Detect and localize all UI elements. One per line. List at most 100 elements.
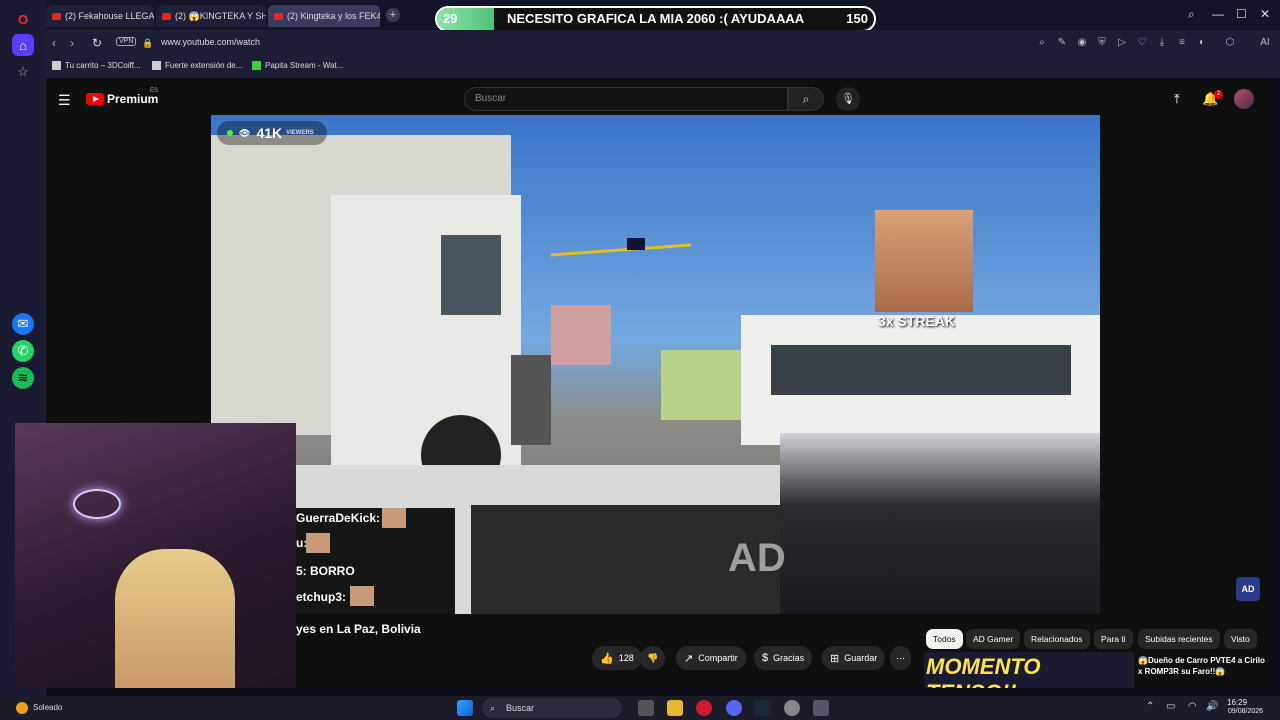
opera-logo-icon[interactable]: O <box>12 8 34 30</box>
task-view-icon[interactable] <box>638 700 654 716</box>
chevron-up-icon[interactable]: ⌃ <box>1146 701 1154 712</box>
viewer-label: VIEWERS <box>286 130 314 136</box>
taskbar: Soleado ⌕ Buscar ⌃ ▭ ◠ 🔊 16:29 09/08/2026 <box>0 696 1280 720</box>
search-tabs-icon[interactable]: ⌕ <box>1188 7 1195 22</box>
save-button[interactable]: ⊞ Guardar <box>822 646 886 670</box>
windows-start-icon[interactable] <box>457 700 473 716</box>
bookmark-item[interactable]: Tu carrito – 3DCoiff... <box>52 61 141 70</box>
opera-taskbar-icon[interactable] <box>696 700 712 716</box>
tray-app-icon[interactable]: ▭ <box>1166 701 1175 712</box>
notification-count-badge: 2 <box>1214 90 1223 99</box>
youtube-icon <box>274 12 283 20</box>
share-button[interactable]: ↗ Compartir <box>676 646 746 670</box>
streamer-image <box>115 549 235 688</box>
reload-icon[interactable]: ↻ <box>92 36 102 50</box>
download-icon[interactable]: ⤓ <box>1156 37 1168 49</box>
edit-icon[interactable]: ✎ <box>1056 37 1068 49</box>
profile-icon[interactable]: ◐ <box>1196 37 1208 49</box>
camera-icon[interactable]: ◉ <box>1076 37 1088 49</box>
close-window-button[interactable]: ✕ <box>1260 7 1270 21</box>
clock-date[interactable]: 09/08/2026 <box>1228 708 1263 715</box>
discord-icon[interactable] <box>726 700 742 716</box>
lock-icon: 🔒 <box>142 38 154 48</box>
dislike-button[interactable]: 👎 <box>640 646 666 670</box>
maximize-button[interactable]: ☐ <box>1236 7 1247 21</box>
home-icon[interactable]: ⌂ <box>12 34 34 56</box>
play-icon[interactable]: ▷ <box>1116 37 1128 49</box>
extensions-icon[interactable]: ⬡ <box>1224 37 1236 49</box>
back-icon[interactable]: ‹ <box>52 36 56 50</box>
goal-current: 29 <box>443 11 458 26</box>
youtube-icon <box>52 12 61 20</box>
tab-2[interactable]: (2) 😱KINGTEKA Y SHAKA <box>156 5 266 27</box>
url-field[interactable]: www.youtube.com/watch <box>161 37 260 47</box>
tab-1[interactable]: (2) Fekahouse LLEGA a Bo <box>46 5 154 27</box>
goal-bar-overlay: 29 NECESITO GRAFICA LA MIA 2060 :( AYUDA… <box>435 6 876 32</box>
thumbs-up-icon: 👍 <box>600 652 614 665</box>
messenger-icon[interactable]: ✉ <box>12 313 34 335</box>
thumbs-down-icon: 👎 <box>647 652 659 663</box>
voice-search-button[interactable]: 🎙 <box>836 87 860 111</box>
youtube-play-icon <box>86 93 104 105</box>
search-button[interactable]: ⌕ <box>788 87 824 111</box>
clock-time[interactable]: 16:29 <box>1227 698 1247 707</box>
save-icon: ⊞ <box>830 652 840 665</box>
whatsapp-icon[interactable]: ✆ <box>12 340 34 362</box>
avatar[interactable] <box>1234 89 1254 109</box>
bookmark-label: Tu carrito – 3DCoiff... <box>65 61 141 70</box>
obs-icon[interactable] <box>784 700 800 716</box>
bookmark-favicon-icon <box>52 61 61 70</box>
chip-visto[interactable]: Visto <box>1224 629 1257 649</box>
taskbar-search[interactable]: ⌕ Buscar <box>482 698 622 718</box>
viewer-count-overlay: 👁 41K VIEWERS <box>217 121 327 145</box>
shield-icon[interactable]: ⛨ <box>1096 37 1108 49</box>
chip-relacionados[interactable]: Relacionados <box>1024 629 1090 649</box>
weather-label[interactable]: Soleado <box>33 703 62 712</box>
menu-icon[interactable]: ≡ <box>1176 37 1188 49</box>
ai-icon[interactable]: AI <box>1254 37 1276 49</box>
stream-chat-overlay: GuerraDeKick: u: 5: BORRO etchup3: <box>296 508 455 614</box>
hamburger-menu-icon[interactable]: ☰ <box>58 92 71 109</box>
upload-icon[interactable]: ⤒ <box>1174 91 1180 107</box>
more-actions-button[interactable]: ⋯ <box>890 646 911 670</box>
bookmark-item[interactable]: Fuerte extensión de... <box>152 61 242 70</box>
viewer-count: 41K <box>256 125 283 141</box>
youtube-logo[interactable]: Premium <box>86 92 158 106</box>
streak-label: 3x STREAK <box>878 313 956 329</box>
share-label: Compartir <box>698 653 738 663</box>
volume-icon[interactable]: 🔊 <box>1206 701 1218 712</box>
recommended-thumbnail[interactable]: MOMENTO TENSO!! <box>924 652 1134 688</box>
bookmarks-icon[interactable]: ☆ <box>12 61 34 83</box>
live-dot-icon <box>227 130 233 136</box>
steam-icon[interactable] <box>754 700 770 716</box>
video-title: yes en La Paz, Bolivia <box>296 622 421 636</box>
spotify-icon[interactable]: ≋ <box>12 367 34 389</box>
thanks-icon: $ <box>762 652 769 664</box>
like-button[interactable]: 👍 128 <box>592 646 642 670</box>
channel-watermark: AD <box>728 536 786 580</box>
search-input[interactable]: Buscar <box>464 87 788 111</box>
tab-title: (2) 😱KINGTEKA Y SHAKA <box>175 10 266 21</box>
heart-icon[interactable]: ♡ <box>1136 37 1148 49</box>
thanks-button[interactable]: $ Gracias <box>754 646 813 670</box>
recommended-title[interactable]: 😱Dueño de Carro PVTE4 a Cirilo x ROMP3R … <box>1138 655 1270 677</box>
chip-todos[interactable]: Todos <box>926 629 963 649</box>
chip-para-ti[interactable]: Para ti <box>1094 629 1133 649</box>
country-code: ES <box>150 88 159 94</box>
file-explorer-icon[interactable] <box>667 700 683 716</box>
chip-subidas-recientes[interactable]: Subidas recientes <box>1138 629 1220 649</box>
chip-ad-gamer[interactable]: AD Gamer <box>966 629 1021 649</box>
chat-emote-image <box>382 508 406 528</box>
wifi-icon[interactable]: ◠ <box>1188 701 1197 712</box>
bookmark-item[interactable]: Papita Stream - Wat... <box>252 61 343 70</box>
forward-icon[interactable]: › <box>70 36 74 50</box>
zoom-icon[interactable]: ⌕ <box>1036 37 1048 49</box>
minimize-button[interactable]: — <box>1212 7 1224 21</box>
channel-logo-icon[interactable]: AD <box>1236 577 1260 601</box>
passenger-camera-inset <box>780 433 1100 614</box>
address-bar: ‹ › ↻ VPN 🔒 www.youtube.com/watch ⌕ ✎ ◉ … <box>46 30 1280 56</box>
tab-3-active[interactable]: (2) Kingteka y los FEK4S e <box>268 5 380 27</box>
vpn-badge[interactable]: VPN <box>116 37 137 46</box>
settings-gear-icon[interactable] <box>813 700 829 716</box>
new-tab-button[interactable]: + <box>386 8 400 22</box>
